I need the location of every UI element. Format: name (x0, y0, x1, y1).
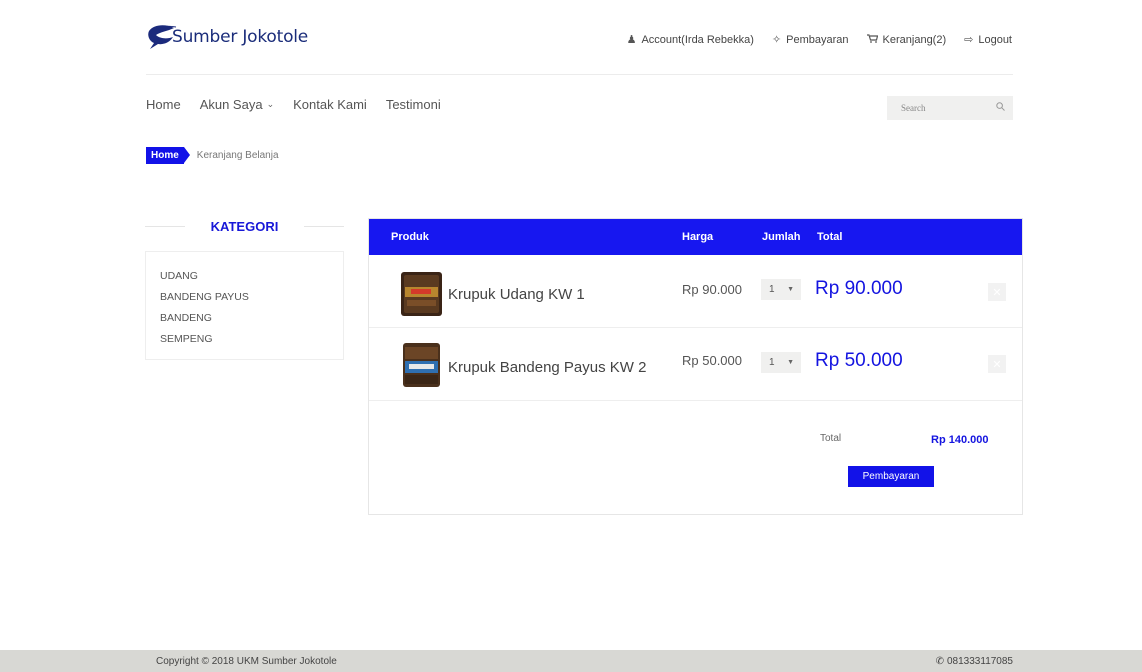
quantity-value: 1 (769, 357, 775, 368)
search-input[interactable] (901, 103, 991, 113)
account-link[interactable]: ♟ Account(Irda Rebekka) (626, 33, 754, 47)
product-price: Rp 50.000 (682, 353, 742, 368)
summary-total-value: Rp 140.000 (931, 434, 989, 446)
cart-icon (866, 33, 878, 46)
dropdown-arrow-icon: ▼ (787, 359, 794, 366)
payment-link-label: Pembayaran (786, 33, 849, 46)
header-qty: Jumlah (762, 231, 801, 243)
product-image[interactable] (399, 270, 444, 318)
crosshair-icon: ✧ (771, 34, 782, 46)
nav-item-home[interactable]: Home (146, 97, 181, 112)
category-item-bandeng-payus[interactable]: BANDENG PAYUS (160, 287, 329, 308)
nav-item-kontak-kami[interactable]: Kontak Kami (293, 97, 367, 112)
category-item-bandeng[interactable]: BANDENG (160, 308, 329, 329)
header-divider (146, 74, 1013, 75)
heading-line (145, 225, 185, 227)
brand-name: Sumber Jokotole (172, 27, 309, 47)
search-box (887, 96, 1013, 120)
cart-header: Produk Harga Jumlah Total (369, 219, 1022, 255)
account-link-label: Account(Irda Rebekka) (641, 33, 754, 46)
category-item-sempeng[interactable]: SEMPENG (160, 329, 329, 350)
category-heading: KATEGORI (145, 216, 344, 236)
brand-logo[interactable]: Sumber Jokotole (146, 24, 308, 50)
product-name[interactable]: Krupuk Udang KW 1 (448, 286, 585, 303)
logout-link[interactable]: ⇨ Logout (964, 33, 1012, 47)
product-name[interactable]: Krupuk Bandeng Payus KW 2 (448, 359, 646, 376)
cart-table: Produk Harga Jumlah Total Krupuk Udang K… (368, 218, 1023, 515)
remove-item-button[interactable]: ✕ (988, 355, 1006, 373)
account-links: ♟ Account(Irda Rebekka) ✧ Pembayaran Ker… (626, 33, 1012, 47)
remove-item-button[interactable]: ✕ (988, 283, 1006, 301)
header-total: Total (817, 231, 843, 243)
nav-item-testimoni[interactable]: Testimoni (386, 97, 441, 112)
cart-link[interactable]: Keranjang(2) (866, 33, 947, 46)
breadcrumb-current: Keranjang Belanja (196, 150, 279, 161)
logout-link-label: Logout (978, 33, 1012, 46)
main-nav: Home Akun Saya ⌄ Kontak Kami Testimoni (146, 97, 441, 112)
dropdown-arrow-icon: ▼ (787, 286, 794, 293)
close-icon: ✕ (992, 286, 1002, 299)
quantity-select[interactable]: 1 ▼ (761, 279, 801, 300)
breadcrumb: Home Keranjang Belanja (146, 147, 279, 164)
header-product: Produk (391, 231, 429, 243)
chevron-down-icon: ⌄ (266, 99, 275, 109)
category-title: KATEGORI (210, 218, 279, 234)
nav-item-label: Testimoni (385, 97, 441, 112)
search-icon[interactable] (996, 102, 1005, 114)
breadcrumb-home[interactable]: Home (146, 147, 190, 164)
category-list: UDANG BANDENG PAYUS BANDENG SEMPENG (145, 251, 344, 360)
cart-row: Krupuk Bandeng Payus KW 2 Rp 50.000 1 ▼ … (369, 328, 1022, 401)
row-total: Rp 50.000 (815, 350, 903, 371)
close-icon: ✕ (992, 358, 1002, 371)
product-price: Rp 90.000 (682, 282, 742, 297)
phone-icon: ✆ (935, 656, 944, 667)
checkout-button[interactable]: Pembayaran (848, 466, 934, 487)
footer: Copyright © 2018 UKM Sumber Jokotole ✆ 0… (0, 650, 1142, 672)
quantity-value: 1 (769, 284, 775, 295)
cart-link-label: Keranjang(2) (882, 33, 947, 46)
logout-icon: ⇨ (964, 34, 974, 46)
nav-item-akun-saya[interactable]: Akun Saya ⌄ (200, 97, 274, 112)
nav-item-label: Home (146, 97, 181, 112)
payment-link[interactable]: ✧ Pembayaran (771, 33, 849, 47)
nav-item-label: Kontak Kami (293, 97, 367, 112)
row-total: Rp 90.000 (815, 278, 903, 299)
user-icon: ♟ (626, 34, 637, 46)
phone-number: 081333117085 (947, 656, 1013, 667)
product-image[interactable] (399, 341, 444, 389)
copyright-text: Copyright © 2018 UKM Sumber Jokotole (156, 656, 337, 667)
category-item-udang[interactable]: UDANG (160, 266, 329, 287)
nav-item-label: Akun Saya (199, 97, 263, 112)
heading-line (304, 225, 344, 227)
cart-row: Krupuk Udang KW 1 Rp 90.000 1 ▼ Rp 90.00… (369, 255, 1022, 328)
phone-contact: ✆ 081333117085 (936, 656, 1013, 667)
summary-total-label: Total (820, 433, 842, 444)
quantity-select[interactable]: 1 ▼ (761, 352, 801, 373)
header-price: Harga (682, 231, 714, 243)
